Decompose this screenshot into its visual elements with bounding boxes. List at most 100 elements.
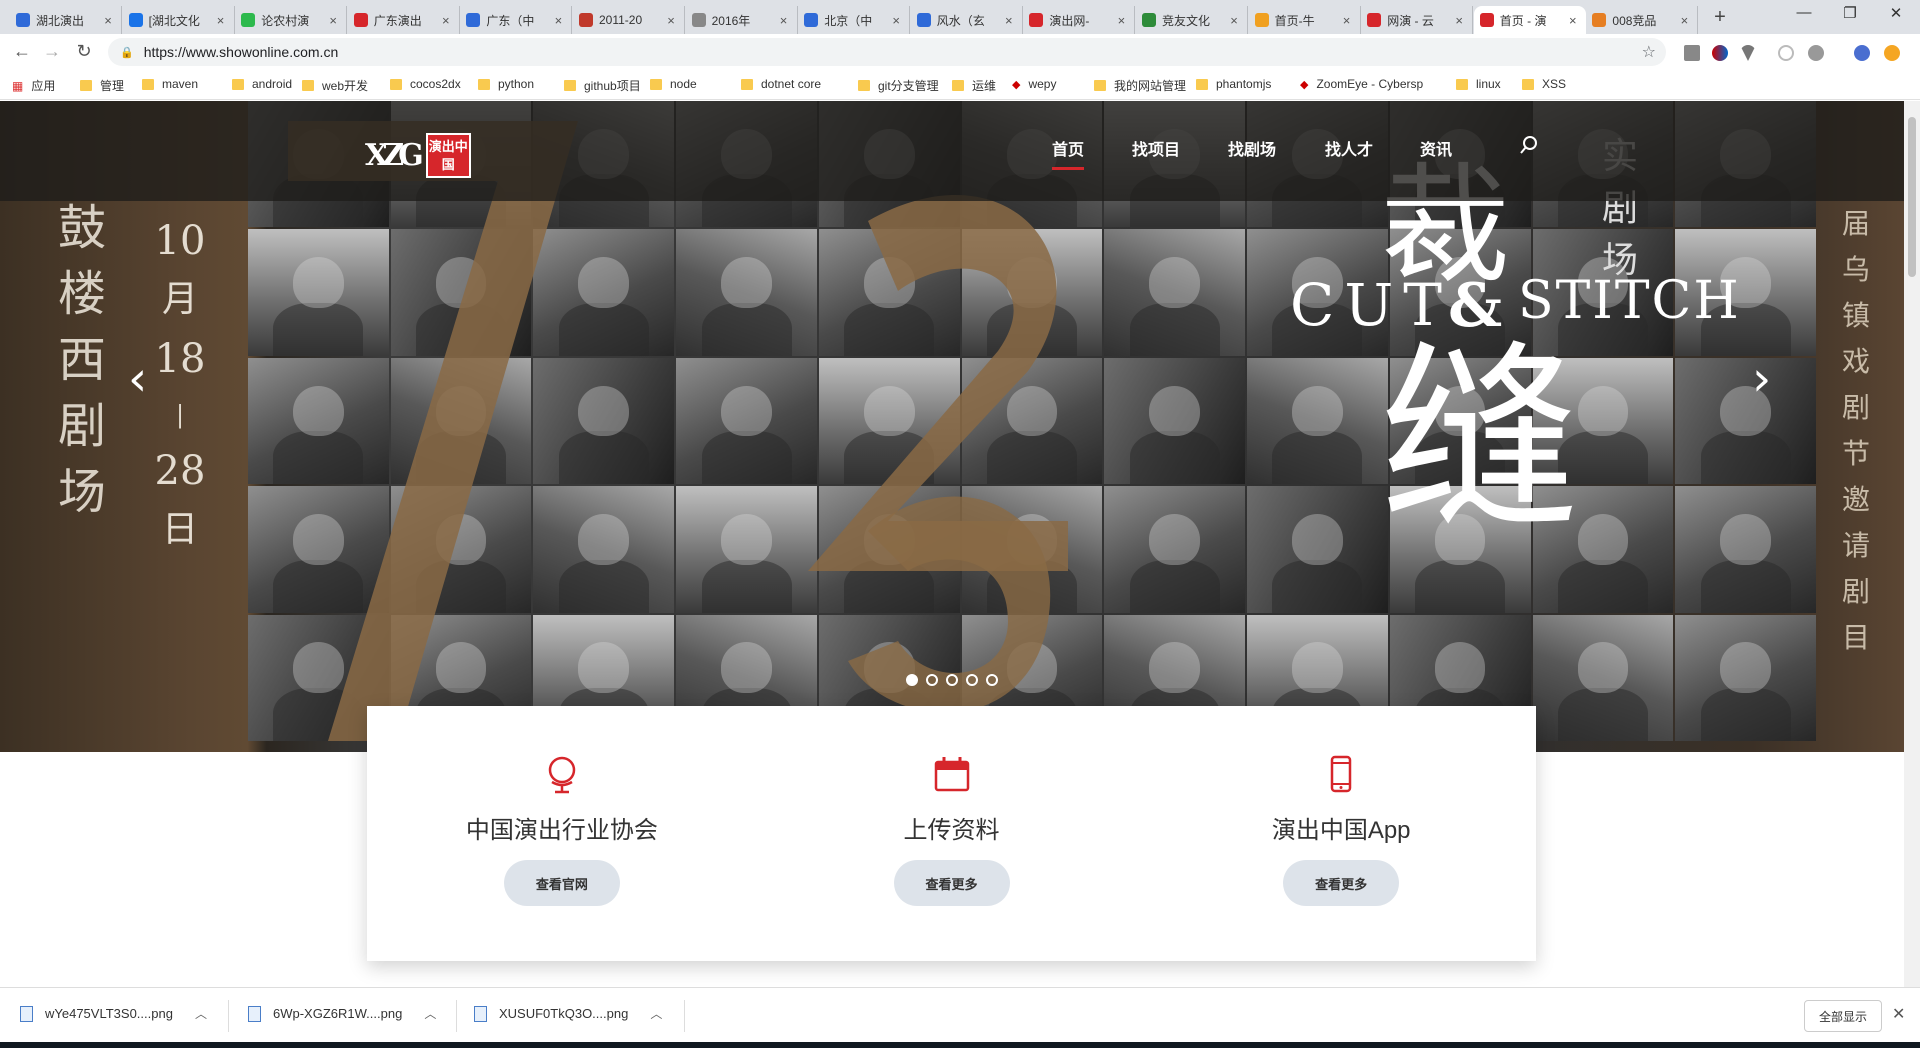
carousel-dot[interactable] [946, 674, 958, 686]
bookmark-item[interactable]: maven [142, 77, 198, 91]
search-icon[interactable] [1518, 134, 1540, 156]
bookmark-item[interactable]: node [650, 77, 697, 91]
flag-icon [1367, 13, 1382, 27]
browser-tab[interactable]: 2016年 × [686, 6, 798, 34]
bookmark-item[interactable]: 管理 [80, 77, 124, 94]
tab-title: [湖北文化 [148, 13, 200, 28]
bookmark-item[interactable]: ◆ ZoomEye - Cybersp [1300, 77, 1423, 91]
browser-tab[interactable]: 湖北演出 × [10, 6, 122, 34]
nav-find-theaters[interactable]: 找剧场 [1228, 136, 1276, 160]
nav-find-projects[interactable]: 找项目 [1132, 136, 1180, 160]
back-arrow-icon[interactable]: ← [10, 41, 34, 62]
bookmark-item[interactable]: phantomjs [1196, 77, 1271, 91]
browser-tab[interactable]: 广东演出 × [348, 6, 460, 34]
nav-news[interactable]: 资讯 [1420, 136, 1452, 160]
browser-tab[interactable]: 竞友文化 × [1136, 6, 1248, 34]
bookmark-item[interactable]: linux [1456, 77, 1501, 91]
browser-tab[interactable]: 008竞品 × [1586, 6, 1699, 34]
browser-tab[interactable]: 风水（玄 × [911, 6, 1023, 34]
new-tab-button[interactable]: + [1708, 6, 1732, 29]
browser-tab[interactable]: 首页-牛 × [1249, 6, 1361, 34]
bookmark-label: git分支管理 [878, 79, 939, 93]
bookmark-item[interactable]: cocos2dx [390, 77, 461, 91]
bookmark-item[interactable]: 我的网站管理 [1094, 77, 1186, 94]
carousel-dot[interactable] [966, 674, 978, 686]
tab-close-icon[interactable]: × [777, 13, 791, 28]
bookmark-item[interactable]: android [232, 77, 292, 91]
bookmark-item[interactable]: git分支管理 [858, 77, 939, 94]
bookmark-item[interactable]: ▦ 应用 [12, 77, 55, 94]
carousel-dot[interactable] [926, 674, 938, 686]
profile-alert-icon[interactable] [1884, 45, 1900, 61]
tab-close-icon[interactable]: × [326, 13, 340, 28]
nav-home[interactable]: 首页 [1052, 136, 1085, 170]
tab-close-icon[interactable]: × [1566, 13, 1580, 28]
browser-tab[interactable]: [湖北文化 × [123, 6, 235, 34]
card-association: 中国演出行业协会 查看官网 [367, 706, 757, 961]
tab-close-icon[interactable]: × [1002, 13, 1016, 28]
tab-close-icon[interactable]: × [101, 13, 115, 28]
tab-close-icon[interactable]: × [889, 13, 903, 28]
page-scrollbar[interactable] [1904, 101, 1920, 987]
close-downloads-icon[interactable]: ✕ [1892, 1004, 1905, 1024]
site-logo[interactable]: XZG 演出中国 [365, 133, 471, 178]
carousel-prev-arrow-icon[interactable]: ‹ [128, 355, 147, 403]
view-more-upload-button[interactable]: 查看更多 [893, 860, 1010, 906]
bookmark-label: maven [162, 77, 199, 91]
forward-arrow-icon[interactable]: → [40, 41, 64, 62]
bookmark-star-icon[interactable]: ☆ [1642, 42, 1656, 62]
chevron-up-icon[interactable]: ︿ [424, 1005, 436, 1022]
chevron-up-icon[interactable]: ︿ [195, 1005, 207, 1022]
tab-close-icon[interactable]: × [551, 13, 565, 28]
extension-colorful-icon[interactable] [1712, 45, 1728, 61]
tab-close-icon[interactable]: × [1340, 13, 1354, 28]
carousel-dot[interactable] [986, 674, 998, 686]
browser-tab[interactable]: 网演 - 云 × [1361, 6, 1474, 34]
browser-tab[interactable]: 论农村演 × [235, 6, 348, 34]
web-page: 裁 实 剧 场 CUT & STITCH 缝 XZG 演出中国 首页 找项目 找… [0, 101, 1904, 987]
apps-grid-icon: ▦ [12, 78, 24, 93]
browser-tab[interactable]: 首页 - 演 × [1473, 6, 1586, 34]
extension-v-icon[interactable] [1740, 45, 1756, 61]
tab-close-icon[interactable]: × [1227, 13, 1241, 28]
download-item[interactable]: 6Wp-XGZ6R1W....png ︿ [248, 1005, 436, 1022]
extension-gray-icon[interactable] [1808, 45, 1824, 61]
bookmarks-bar: ▦ 应用 管理 maven android web开发 cocos2dx python gith… [0, 70, 1920, 100]
maximize-button[interactable]: ❐ [1830, 4, 1870, 22]
tab-close-icon[interactable]: × [1114, 13, 1128, 28]
card-title: 上传资料 [903, 817, 1000, 844]
scrollbar-thumb[interactable] [1908, 117, 1916, 277]
bookmark-item[interactable]: XSS [1522, 77, 1566, 91]
reload-icon[interactable]: ↻ [72, 41, 96, 62]
bookmark-item[interactable]: 运维 [952, 77, 996, 94]
browser-tab[interactable]: 演出网- × [1023, 6, 1136, 34]
extension-reader-icon[interactable] [1684, 45, 1700, 61]
download-item[interactable]: wYe475VLT3S0....png ︿ [20, 1005, 207, 1022]
carousel-dot[interactable] [906, 674, 918, 686]
show-all-downloads-button[interactable]: 全部显示 [1804, 1000, 1882, 1032]
bookmark-item[interactable]: python [478, 77, 534, 91]
chevron-up-icon[interactable]: ︿ [650, 1005, 662, 1022]
view-more-app-button[interactable]: 查看更多 [1283, 860, 1400, 906]
browser-tab[interactable]: 北京（中 × [798, 6, 911, 34]
nav-find-talent[interactable]: 找人才 [1325, 136, 1373, 160]
browser-tab[interactable]: 广东（中 × [460, 6, 573, 34]
download-item[interactable]: XUSUF0TkQ3O....png ︿ [474, 1005, 662, 1022]
view-official-site-button[interactable]: 查看官网 [503, 860, 620, 906]
tab-close-icon[interactable]: × [214, 13, 228, 28]
window-close-button[interactable]: ✕ [1876, 4, 1916, 22]
extension-circle-icon[interactable] [1778, 45, 1794, 61]
bookmark-item[interactable]: dotnet core [741, 77, 821, 91]
bookmark-item[interactable]: web开发 [302, 77, 368, 94]
extension-blue-icon[interactable] [1854, 45, 1870, 61]
url-bar[interactable]: 🔒 https://www.showonline.com.cn ☆ [108, 38, 1666, 66]
tab-close-icon[interactable]: × [1452, 13, 1466, 28]
tab-close-icon[interactable]: × [1677, 13, 1691, 28]
bookmark-item[interactable]: ◆ wepy [1012, 77, 1056, 91]
bookmark-item[interactable]: github项目 [564, 77, 641, 94]
minimize-button[interactable]: — [1784, 4, 1824, 21]
carousel-next-arrow-icon[interactable]: › [1752, 355, 1771, 403]
tab-close-icon[interactable]: × [439, 13, 453, 28]
tab-close-icon[interactable]: × [664, 13, 678, 28]
browser-tab[interactable]: 2011-20 × [573, 6, 685, 34]
